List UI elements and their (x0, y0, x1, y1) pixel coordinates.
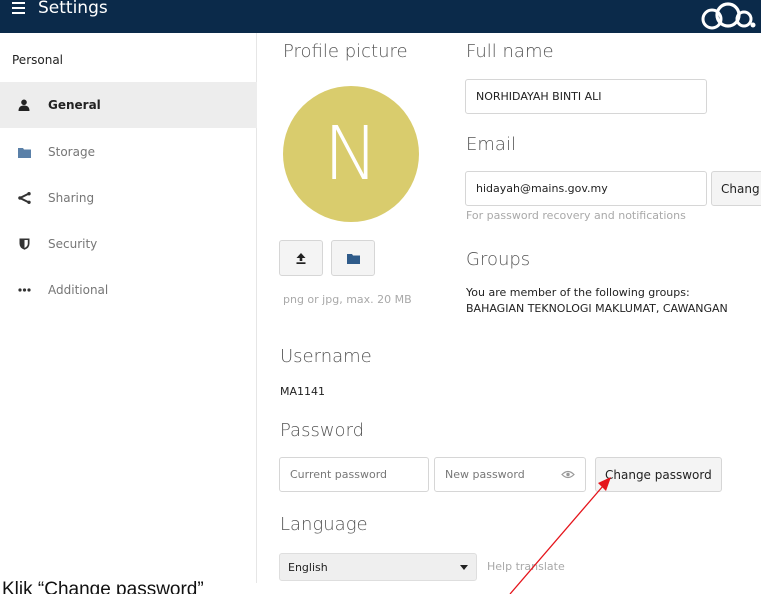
annotation-arrow (509, 477, 611, 594)
